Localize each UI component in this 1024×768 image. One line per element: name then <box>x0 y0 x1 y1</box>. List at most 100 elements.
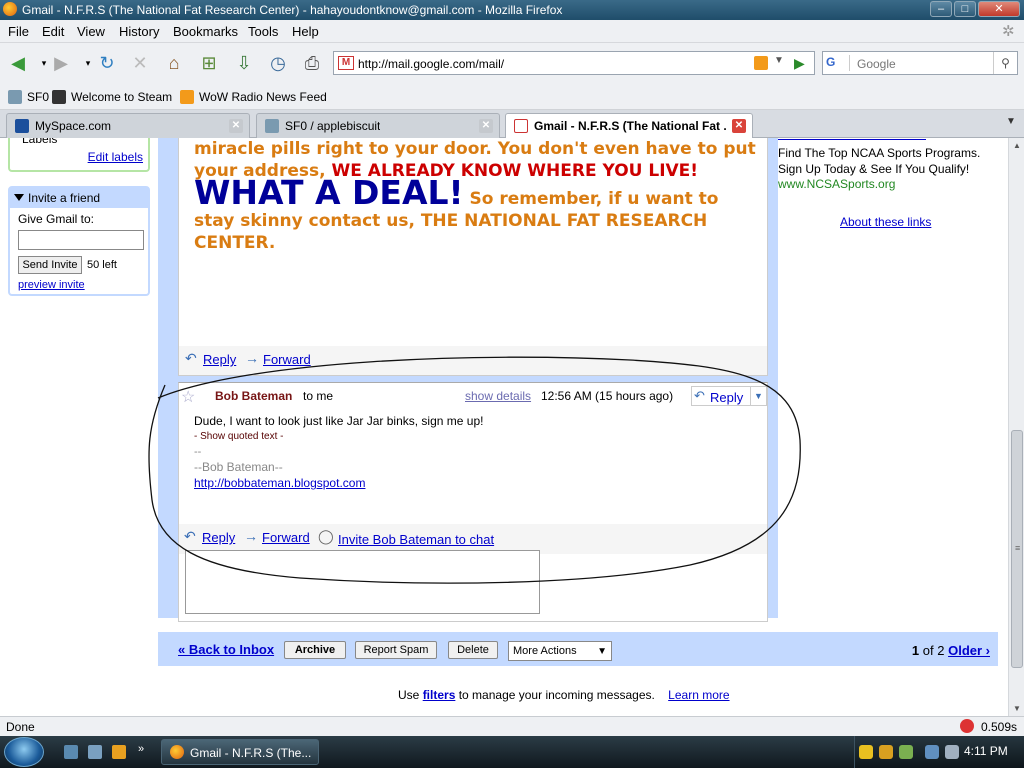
firebug-icon[interactable] <box>960 719 974 733</box>
reload-icon[interactable]: ↻ <box>94 50 120 76</box>
reply-options-dropdown-icon[interactable]: ▼ <box>750 387 766 405</box>
chevron-down-icon: ▼ <box>597 646 607 657</box>
close-button[interactable]: ✕ <box>978 1 1020 17</box>
throbber-icon: ✲ <box>1002 23 1015 40</box>
filters-note: Use filters to manage your incoming mess… <box>398 688 730 702</box>
tray-app-icon[interactable] <box>859 745 873 759</box>
address-bar[interactable]: M http://mail.google.com/mail/ ▼ ▶ <box>333 51 815 75</box>
blog-link[interactable]: http://bobbateman.blogspot.com <box>194 476 365 490</box>
tab-strip: MySpace.com ✕ SF0 / applebiscuit ✕ Gmail… <box>0 110 1024 138</box>
taskbar-clock: 4:11 PM <box>964 744 1008 758</box>
address-url[interactable]: http://mail.google.com/mail/ <box>358 57 504 71</box>
address-dropdown-icon[interactable]: ▼ <box>774 55 784 66</box>
sf0-icon <box>265 119 279 133</box>
preview-invite-link[interactable]: preview invite <box>18 279 85 291</box>
menu-bar: File Edit View History Bookmarks Tools H… <box>0 20 1024 43</box>
report-spam-button[interactable]: Report Spam <box>355 641 437 659</box>
forward-arrow-icon[interactable]: ▶ <box>48 50 74 76</box>
star-icon[interactable]: ☆ <box>181 387 195 407</box>
quick-reply-textarea[interactable] <box>185 550 540 614</box>
tab-list-dropdown-icon[interactable]: ▼ <box>1006 116 1016 127</box>
about-these-links[interactable]: About these links <box>840 215 931 229</box>
tab-close-icon[interactable]: ✕ <box>229 119 243 133</box>
filters-link[interactable]: filters <box>423 688 456 702</box>
history-clock-icon[interactable]: ◷ <box>265 50 291 76</box>
invite-friend-header[interactable]: Invite a friend <box>10 188 148 208</box>
start-button[interactable] <box>4 737 44 767</box>
download-icon[interactable]: ⇩ <box>231 50 257 76</box>
menu-bookmarks[interactable]: Bookmarks <box>173 24 238 39</box>
tab-close-icon[interactable]: ✕ <box>479 119 493 133</box>
menu-file[interactable]: File <box>8 24 29 39</box>
older-link[interactable]: Older › <box>948 643 990 658</box>
stop-icon[interactable]: ✕ <box>127 50 153 76</box>
volume-icon[interactable] <box>945 745 959 759</box>
show-details-link[interactable]: show details <box>465 389 531 403</box>
show-quoted-text-link[interactable]: - Show quoted text - <box>194 431 284 442</box>
tray-safety-icon[interactable] <box>899 745 913 759</box>
send-invite-button[interactable]: Send Invite <box>18 256 82 274</box>
show-desktop-icon[interactable] <box>64 745 78 759</box>
print-icon[interactable]: ⎙ <box>299 50 325 76</box>
menu-edit[interactable]: Edit <box>42 24 64 39</box>
edit-labels-link[interactable]: Edit labels <box>88 150 143 164</box>
tab-myspace[interactable]: MySpace.com ✕ <box>6 113 250 138</box>
media-player-icon[interactable] <box>112 745 126 759</box>
menu-history[interactable]: History <box>119 24 159 39</box>
firefox-icon <box>3 2 17 16</box>
vertical-scrollbar[interactable]: ▲ ≡ ▼ <box>1008 138 1024 716</box>
status-text: Done <box>6 720 35 734</box>
home-icon[interactable]: ⌂ <box>161 50 187 76</box>
scroll-up-arrow-icon[interactable]: ▲ <box>1013 141 1021 150</box>
search-bar[interactable]: G Google ⚲ <box>822 51 1018 75</box>
more-actions-select[interactable]: More Actions ▼ <box>508 641 612 661</box>
reply-link[interactable]: Reply <box>202 530 235 545</box>
forward-link[interactable]: Forward <box>263 352 311 367</box>
learn-more-link[interactable]: Learn more <box>668 688 729 702</box>
forward-link[interactable]: Forward <box>262 530 310 545</box>
scroll-down-arrow-icon[interactable]: ▼ <box>1013 704 1021 713</box>
ad-title-link[interactable] <box>778 138 926 140</box>
search-input[interactable]: Google <box>857 57 896 71</box>
tab-gmail[interactable]: Gmail - N.F.R.S (The National Fat ... ✕ <box>505 113 753 138</box>
rss-feed-icon[interactable] <box>754 56 768 70</box>
tab-close-icon[interactable]: ✕ <box>732 119 746 133</box>
signature-name: --Bob Bateman-- <box>194 460 283 474</box>
window-title: Gmail - N.F.R.S (The National Fat Resear… <box>22 3 563 17</box>
bookmark-wow-radio[interactable]: WoW Radio News Feed <box>180 90 327 104</box>
sender-name[interactable]: Bob Bateman <box>215 389 292 403</box>
back-arrow-icon[interactable]: ◀ <box>5 50 31 76</box>
status-bar: Done 0.509s <box>0 716 1024 736</box>
archive-button[interactable]: Archive <box>284 641 346 659</box>
message-1: miracle pills right to your door. You do… <box>178 138 768 376</box>
search-engine-icon[interactable]: G <box>826 55 850 71</box>
search-icon[interactable]: ⚲ <box>993 52 1017 74</box>
quick-launch-more-icon[interactable]: » <box>138 743 152 757</box>
menu-view[interactable]: View <box>77 24 105 39</box>
ad-text: Find The Top NCAA Sports Programs. Sign … <box>778 146 981 176</box>
bookmark-sf0[interactable]: SF0 <box>8 90 49 104</box>
network-icon[interactable] <box>925 745 939 759</box>
ad-url[interactable]: www.NCSASports.org <box>778 177 895 191</box>
reply-button[interactable]: ↶ Reply ▼ <box>691 386 767 406</box>
invite-friend-box: Invite a friend Give Gmail to: Send Invi… <box>8 186 150 296</box>
tab-sf0[interactable]: SF0 / applebiscuit ✕ <box>256 113 500 138</box>
back-to-inbox-link[interactable]: « Back to Inbox <box>178 642 274 657</box>
minimize-button[interactable]: – <box>930 1 952 17</box>
bookmark-steam[interactable]: Welcome to Steam <box>52 90 172 104</box>
scrollbar-thumb[interactable]: ≡ <box>1011 430 1023 668</box>
taskbar-firefox-button[interactable]: Gmail - N.F.R.S (The... <box>161 739 319 765</box>
new-tab-icon[interactable]: ⊞ <box>196 50 222 76</box>
go-arrow-icon[interactable]: ▶ <box>794 55 805 72</box>
reply-link[interactable]: Reply <box>203 352 236 367</box>
menu-tools[interactable]: Tools <box>248 24 278 39</box>
menu-help[interactable]: Help <box>292 24 319 39</box>
delete-button[interactable]: Delete <box>448 641 498 659</box>
tray-app-icon[interactable] <box>879 745 893 759</box>
maximize-button[interactable]: □ <box>954 1 976 17</box>
labels-title[interactable]: Labels <box>22 138 57 146</box>
invite-to-chat-link[interactable]: Invite Bob Bateman to chat <box>338 532 494 547</box>
signature-separator: -- <box>194 446 202 458</box>
switch-windows-icon[interactable] <box>88 745 102 759</box>
invite-email-input[interactable] <box>18 230 144 250</box>
